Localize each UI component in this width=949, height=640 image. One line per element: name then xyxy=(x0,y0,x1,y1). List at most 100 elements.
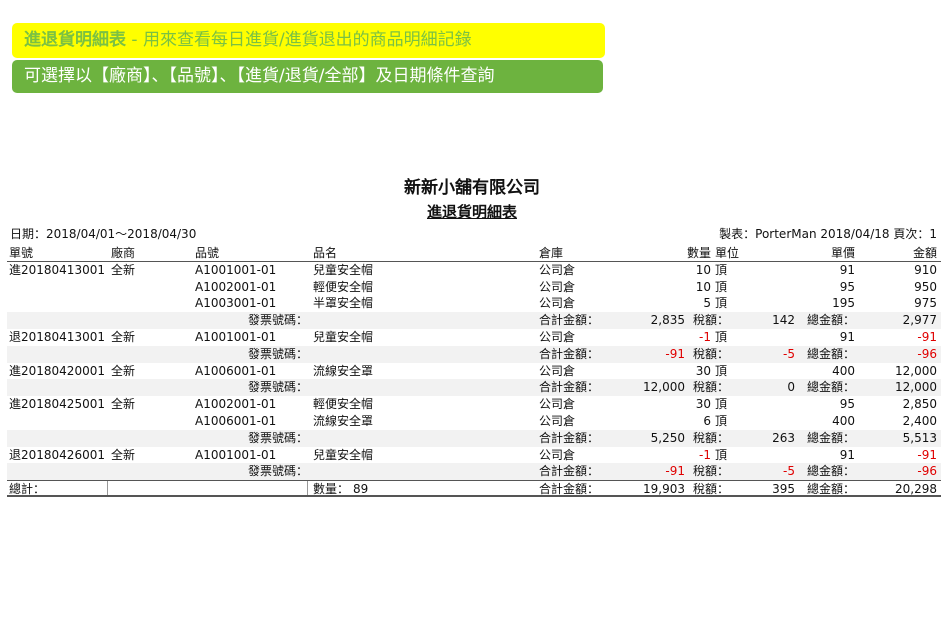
warehouse: 公司倉 xyxy=(539,413,576,428)
total-column-divider xyxy=(307,481,308,495)
unit-price: 91 xyxy=(839,447,855,462)
item-name: 流線安全罩 xyxy=(313,413,374,428)
summary-row: 發票號碼： 合計金額： -91 稅額： -5 總金額： -96 xyxy=(7,463,941,481)
total-qty-value: 89 xyxy=(353,482,369,497)
banner-title: 進退貨明細表 xyxy=(24,30,126,50)
total-tax-label: 稅額： xyxy=(693,482,730,497)
table-row: 進20180413001 全新 A1001001-01 兒童安全帽 公司倉 10 頂 91 91… xyxy=(7,262,941,279)
amount: -91 xyxy=(917,329,937,344)
header-item-name: 品名 xyxy=(313,246,338,260)
unit: 頂 xyxy=(715,279,728,294)
qty: 10 xyxy=(695,279,711,294)
unit-price: 400 xyxy=(832,363,855,378)
invoice-label: 發票號碼： xyxy=(248,346,309,361)
item-no: A1001001-01 xyxy=(195,262,277,277)
qty: 30 xyxy=(695,363,711,378)
item-name: 輕便安全帽 xyxy=(313,279,374,294)
grand-value: -96 xyxy=(917,346,937,361)
subtotal-label: 合計金額： xyxy=(539,346,600,361)
total-subtotal-value: 19,903 xyxy=(643,482,685,497)
item-no: A1002001-01 xyxy=(195,397,277,412)
unit: 頂 xyxy=(715,413,728,428)
doc-no: 退20180426001 xyxy=(9,447,105,462)
tax-label: 稅額： xyxy=(693,313,730,328)
table-row: 進20180420001 全新 A1006001-01 流線安全罩 公司倉 30 頂 400 1… xyxy=(7,363,941,380)
qty: -1 xyxy=(699,329,711,344)
warehouse: 公司倉 xyxy=(539,397,576,412)
amount: 2,850 xyxy=(902,397,937,412)
table-row: 退20180426001 全新 A1001001-01 兒童安全帽 公司倉 -1 頂 91 -9… xyxy=(7,447,941,464)
table-row: 退20180413001 全新 A1001001-01 兒童安全帽 公司倉 -1 頂 91 -9… xyxy=(7,329,941,346)
qty: 30 xyxy=(695,397,711,412)
doc-no: 退20180413001 xyxy=(9,329,105,344)
unit: 頂 xyxy=(715,447,728,462)
unit: 頂 xyxy=(715,397,728,412)
feature-note-banner: 可選擇以【廠商】、【品號】、【進貨/退貨/全部】及日期條件查詢 xyxy=(12,60,603,93)
vendor: 全新 xyxy=(111,397,136,412)
company-name: 新新小舖有限公司 xyxy=(404,178,540,198)
table-row: A1006001-01 流線安全罩 公司倉 6 頂 400 2,400 xyxy=(7,413,941,430)
amount: 950 xyxy=(914,279,937,294)
tax-label: 稅額： xyxy=(693,346,730,361)
header-amount: 金額 xyxy=(912,246,937,260)
summary-row: 發票號碼： 合計金額： 12,000 稅額： 0 總金額： 12,000 xyxy=(7,379,941,397)
total-label: 總計： xyxy=(9,482,46,497)
doc-no: 進20180425001 xyxy=(9,397,105,412)
summary-row: 發票號碼： 合計金額： -91 稅額： -5 總金額： -96 xyxy=(7,345,941,363)
warehouse: 公司倉 xyxy=(539,296,576,311)
grand-label: 總金額： xyxy=(807,464,856,479)
summary-row: 發票號碼： 合計金額： 2,835 稅額： 142 總金額： 2,977 xyxy=(7,312,941,329)
qty: -1 xyxy=(699,447,711,462)
invoice-label: 發票號碼： xyxy=(248,464,309,479)
item-name: 兒童安全帽 xyxy=(313,447,374,462)
doc-no: 進20180420001 xyxy=(9,363,105,378)
item-no: A1001001-01 xyxy=(195,329,277,344)
table-header-row: 單號 廠商 品號 品名 倉庫 數量 單位 單價 金額 xyxy=(7,245,941,262)
total-grand-value: 20,298 xyxy=(895,482,937,497)
item-no: A1001001-01 xyxy=(195,447,277,462)
invoice-label: 發票號碼： xyxy=(248,430,309,445)
unit-price: 91 xyxy=(839,329,855,344)
banner-subtitle: - 用來查看每日進貨/進貨退出的商品明細記錄 xyxy=(126,30,472,50)
grand-value: -96 xyxy=(917,464,937,479)
unit: 頂 xyxy=(715,262,728,277)
tax-value: -5 xyxy=(783,464,795,479)
vendor: 全新 xyxy=(111,262,136,277)
warehouse: 公司倉 xyxy=(539,279,576,294)
table-row: A1003001-01 半罩安全帽 公司倉 5 頂 195 975 xyxy=(7,295,941,312)
report-table: 單號 廠商 品號 品名 倉庫 數量 單位 單價 金額 進20180413001 全… xyxy=(7,245,941,497)
subtotal-label: 合計金額： xyxy=(539,464,600,479)
vendor: 全新 xyxy=(111,447,136,462)
header-item-no: 品號 xyxy=(195,246,220,260)
item-name: 兒童安全帽 xyxy=(313,262,374,277)
grand-value: 2,977 xyxy=(902,313,937,328)
tax-label: 稅額： xyxy=(693,430,730,445)
warehouse: 公司倉 xyxy=(539,262,576,277)
doc-no: 進20180413001 xyxy=(9,262,105,277)
grand-label: 總金額： xyxy=(807,313,856,328)
header-unit-price: 單價 xyxy=(830,246,855,260)
unit: 頂 xyxy=(715,329,728,344)
item-name: 流線安全罩 xyxy=(313,363,374,378)
header-warehouse: 倉庫 xyxy=(539,246,564,260)
total-column-divider xyxy=(107,481,108,495)
header-vendor: 廠商 xyxy=(111,246,136,260)
vendor: 全新 xyxy=(111,329,136,344)
grand-label: 總金額： xyxy=(807,346,856,361)
total-row: 總計： 數量： 89 合計金額： 19,903 稅額： 395 總金額： 20,298 xyxy=(7,480,941,497)
table-row: A1002001-01 輕便安全帽 公司倉 10 頂 95 950 xyxy=(7,279,941,296)
warehouse: 公司倉 xyxy=(539,363,576,378)
summary-row: 發票號碼： 合計金額： 5,250 稅額： 263 總金額： 5,513 xyxy=(7,429,941,447)
maker-info: 製表：PorterMan 2018/04/18 頁次：1 xyxy=(719,227,937,241)
total-qty-label: 數量： xyxy=(313,482,350,497)
tax-label: 稅額： xyxy=(693,380,730,395)
header-doc-no: 單號 xyxy=(9,246,34,260)
header-qty: 數量 xyxy=(686,246,711,260)
amount: 910 xyxy=(914,262,937,277)
unit-price: 400 xyxy=(832,413,855,428)
grand-label: 總金額： xyxy=(807,430,856,445)
item-name: 兒童安全帽 xyxy=(313,329,374,344)
subtotal-value: -91 xyxy=(665,464,685,479)
unit-price: 95 xyxy=(839,397,855,412)
item-no: A1002001-01 xyxy=(195,279,277,294)
